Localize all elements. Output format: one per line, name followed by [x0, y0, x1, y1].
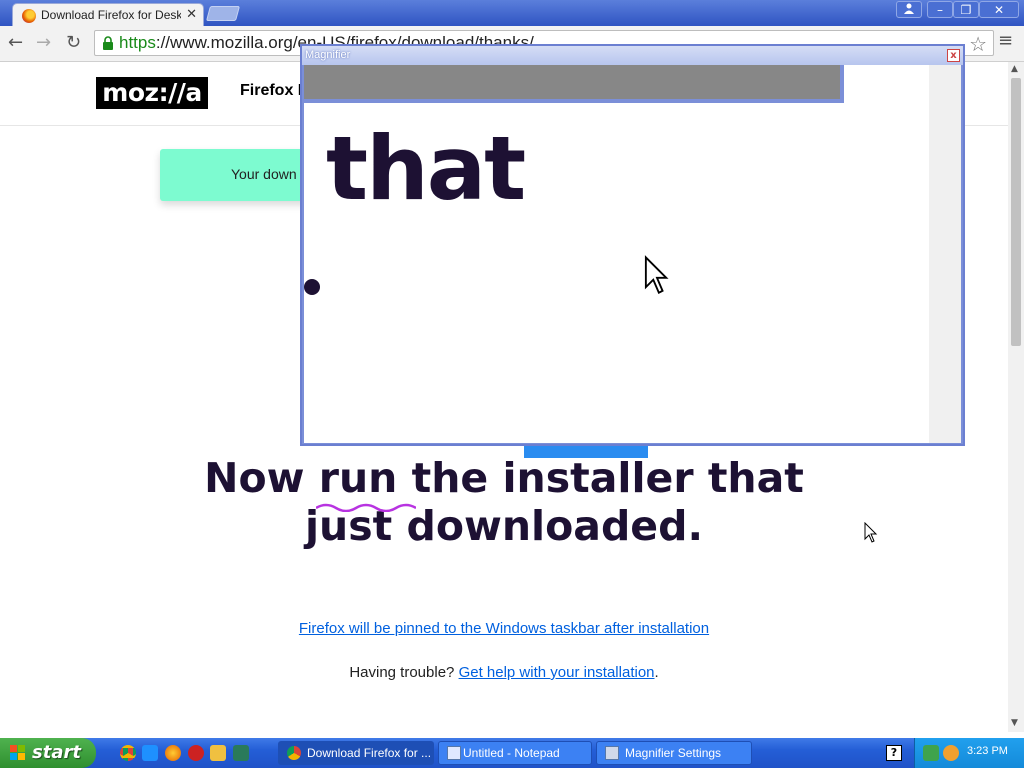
reload-icon[interactable]: ↻ [66, 32, 81, 53]
magnifier-titlebar[interactable]: Magnifier x [302, 46, 963, 65]
task-firefox-download[interactable]: Download Firefox for ... [278, 741, 434, 765]
magnifier-task-icon [605, 746, 619, 760]
nav-firefox-link[interactable]: Firefox B [240, 82, 309, 100]
magnified-scrollbar-region [929, 65, 961, 443]
decorative-squiggle [316, 503, 416, 512]
task-notepad[interactable]: Untitled - Notepad [438, 741, 592, 765]
help-icon[interactable]: ? [886, 745, 902, 761]
task-label: Magnifier Settings [625, 746, 722, 760]
mozilla-logo[interactable]: moz://a [96, 77, 208, 109]
scroll-up-arrow-icon[interactable]: ▲ [1011, 64, 1018, 74]
back-arrow-icon[interactable]: ← [8, 32, 23, 53]
media-quicklaunch-icon[interactable] [210, 745, 226, 761]
trouble-period: . [654, 664, 659, 681]
bookmark-star-icon[interactable]: ☆ [969, 32, 987, 56]
tab-title: Download Firefox for Desktop [41, 8, 181, 22]
task-magnifier-settings[interactable]: Magnifier Settings [596, 741, 752, 765]
secure-lock-icon [103, 36, 113, 50]
magnified-dot [304, 279, 320, 295]
windows-flag-icon [10, 745, 25, 760]
headline-line-2: just downloaded. [304, 502, 704, 550]
browser-titlebar: Download Firefox for Desktop ✕ – ❐ ✕ [0, 0, 1024, 26]
task-label: Download Firefox for ... [307, 746, 432, 760]
network-tray-icon[interactable] [923, 745, 939, 761]
system-tray: 3:23 PM [914, 738, 1024, 768]
vertical-scrollbar[interactable]: ▲ ▼ [1008, 62, 1024, 732]
windows-taskbar: start Download Firefox for ... Untitled … [0, 738, 1024, 768]
forward-arrow-icon[interactable]: → [36, 32, 51, 53]
magnified-banner-region [304, 65, 844, 103]
minimize-window-button[interactable]: – [927, 1, 953, 18]
headline-line-1: Now run the installer that [204, 454, 804, 502]
banner-text: Your down [231, 166, 297, 182]
browser-menu-icon[interactable]: ≡ [998, 30, 1013, 51]
new-tab-button[interactable] [205, 6, 241, 21]
taskbar-clock[interactable]: 3:23 PM [967, 745, 1008, 757]
scrollbar-thumb[interactable] [1011, 78, 1021, 346]
installation-help-link[interactable]: Get help with your installation [459, 664, 655, 681]
firefox-favicon-icon [22, 9, 36, 23]
user-profile-icon[interactable] [896, 1, 922, 18]
magnified-pointer-icon [644, 255, 669, 294]
chrome-quicklaunch-icon[interactable] [120, 745, 136, 761]
tab-close-icon[interactable]: ✕ [186, 6, 197, 22]
page-headline: Now run the installer that just download… [0, 454, 1008, 550]
magnifier-window[interactable]: Magnifier x that [300, 44, 965, 446]
mouse-pointer-icon [864, 522, 878, 543]
help-line: Having trouble? Get help with your insta… [0, 664, 1008, 681]
scroll-down-arrow-icon[interactable]: ▼ [1011, 718, 1018, 728]
start-button[interactable]: start [0, 738, 96, 768]
trouble-label: Having trouble? [349, 664, 455, 681]
ie-quicklaunch-icon[interactable] [142, 745, 158, 761]
chrome-task-icon [287, 746, 301, 760]
settings-quicklaunch-icon[interactable] [233, 745, 249, 761]
pinned-taskbar-link[interactable]: Firefox will be pinned to the Windows ta… [299, 620, 709, 637]
magnified-word: that [326, 117, 526, 220]
close-window-button[interactable]: ✕ [979, 1, 1019, 18]
browser-tab-active[interactable]: Download Firefox for Desktop ✕ [12, 3, 204, 26]
magnifier-tray-icon[interactable] [943, 745, 959, 761]
firefox-quicklaunch-icon[interactable] [165, 745, 181, 761]
task-label: Untitled - Notepad [463, 746, 560, 760]
opera-quicklaunch-icon[interactable] [188, 745, 204, 761]
magnifier-title: Magnifier [305, 49, 351, 61]
magnifier-view: that [304, 65, 961, 443]
restore-window-button[interactable]: ❐ [953, 1, 979, 18]
pinned-info: Firefox will be pinned to the Windows ta… [0, 620, 1008, 637]
magnifier-close-icon[interactable]: x [947, 49, 960, 62]
start-label: start [32, 742, 81, 763]
notepad-task-icon [447, 746, 461, 760]
